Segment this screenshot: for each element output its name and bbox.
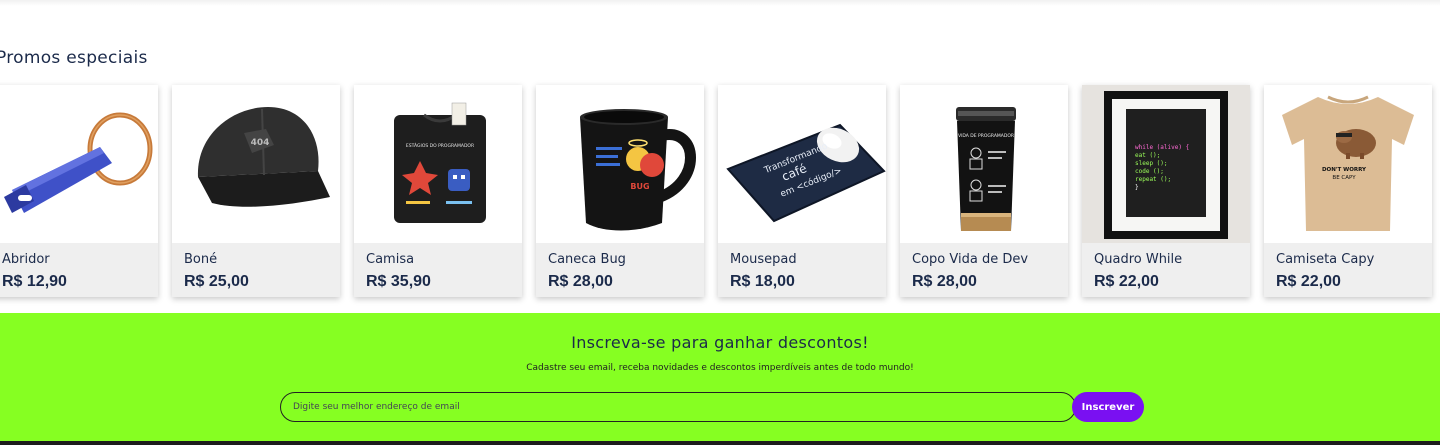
frame-code-line: eat (); xyxy=(1135,152,1160,159)
frame-code-line: repeat (); xyxy=(1135,176,1171,183)
product-card[interactable]: BUG Caneca Bug R$ 28,00 xyxy=(536,85,704,297)
product-name: Copo Vida de Dev xyxy=(912,252,1029,267)
product-price: R$ 28,00 xyxy=(548,273,613,290)
product-card[interactable]: 404 Boné R$ 25,00 xyxy=(172,85,340,297)
cap-logo-text: 404 xyxy=(251,138,270,148)
product-price: R$ 35,90 xyxy=(366,273,431,290)
frame-code-line: while (alive) { xyxy=(1135,144,1189,151)
product-price: R$ 18,00 xyxy=(730,273,795,290)
subscribe-button[interactable]: Inscrever xyxy=(1072,392,1144,422)
product-price: R$ 22,00 xyxy=(1276,273,1341,290)
keychain-opener-image xyxy=(0,85,158,243)
mug-text: BUG xyxy=(630,182,649,191)
frame-image: while (alive) { eat (); sleep (); code (… xyxy=(1082,85,1250,243)
product-price: R$ 28,00 xyxy=(912,273,977,290)
product-name: Abridor xyxy=(2,252,50,267)
capy-tshirt-image: DON'T WORRY BE CAPY xyxy=(1264,85,1432,243)
cap-image: 404 xyxy=(172,85,340,243)
product-name: Caneca Bug xyxy=(548,252,626,267)
email-input[interactable] xyxy=(280,392,1076,422)
product-name: Quadro While xyxy=(1094,252,1183,267)
capy-text-1: DON'T WORRY xyxy=(1322,167,1367,173)
product-list: Abridor R$ 12,90 404 Boné R$ 25,00 ESTÁG… xyxy=(0,85,1432,297)
header-shadow xyxy=(0,0,1440,6)
mousepad-image: Transformando café em <código/> xyxy=(718,85,886,243)
newsletter-title: Inscreva-se para ganhar descontos! xyxy=(571,333,869,352)
frame-code-line: code (); xyxy=(1135,168,1164,175)
product-price: R$ 22,00 xyxy=(1094,273,1159,290)
product-price: R$ 12,90 xyxy=(2,273,67,290)
section-title: Promos especiais xyxy=(0,48,148,68)
product-name: Mousepad xyxy=(730,252,797,267)
newsletter-section: Inscreva-se para ganhar descontos! Cadas… xyxy=(0,313,1440,441)
product-card[interactable]: while (alive) { eat (); sleep (); code (… xyxy=(1082,85,1250,297)
frame-code-line: sleep (); xyxy=(1135,160,1168,167)
footer-edge xyxy=(0,441,1440,445)
product-card[interactable]: DON'T WORRY BE CAPY Camiseta Capy R$ 22,… xyxy=(1264,85,1432,297)
tumbler-image: VIDA DE PROGRAMADOR xyxy=(900,85,1068,243)
product-card[interactable]: VIDA DE PROGRAMADOR Copo Vida de Dev R$ … xyxy=(900,85,1068,297)
product-card[interactable]: ESTÁGIOS DO PROGRAMADOR Camisa R$ 35,90 xyxy=(354,85,522,297)
product-price: R$ 25,00 xyxy=(184,273,249,290)
newsletter-subtitle: Cadastre seu email, receba novidades e d… xyxy=(526,363,914,373)
product-card[interactable]: Transformando café em <código/> Mousepad… xyxy=(718,85,886,297)
frame-code-line: } xyxy=(1135,184,1139,191)
product-name: Camiseta Capy xyxy=(1276,252,1375,267)
shirt-image: ESTÁGIOS DO PROGRAMADOR xyxy=(354,85,522,243)
capy-text-2: BE CAPY xyxy=(1332,175,1356,181)
product-card[interactable]: Abridor R$ 12,90 xyxy=(0,85,158,297)
product-name: Boné xyxy=(184,252,218,267)
tumbler-title-text: VIDA DE PROGRAMADOR xyxy=(958,133,1014,139)
product-name: Camisa xyxy=(366,252,415,267)
shirt-caption-text: ESTÁGIOS DO PROGRAMADOR xyxy=(406,142,474,149)
mug-image: BUG xyxy=(536,85,704,243)
